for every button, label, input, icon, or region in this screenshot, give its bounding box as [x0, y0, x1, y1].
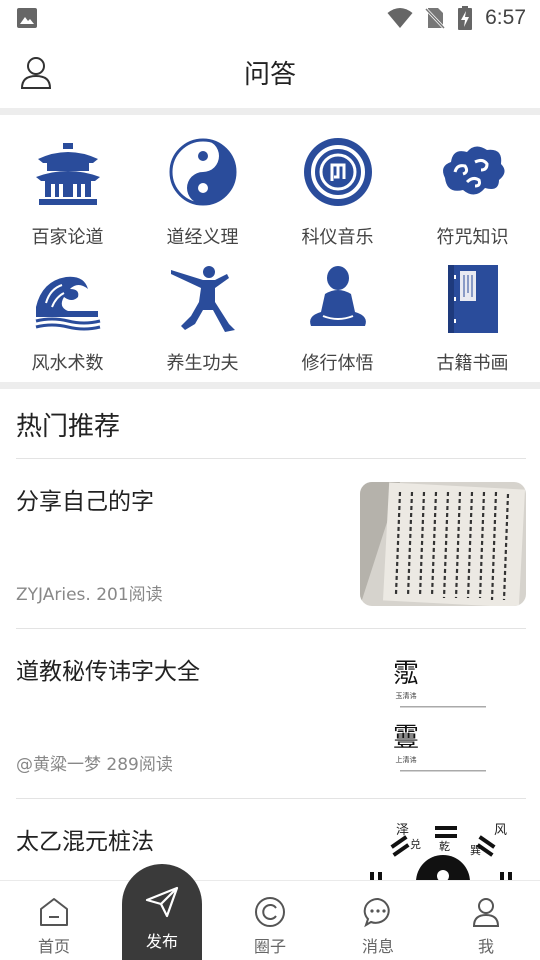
meditation-icon [309, 266, 366, 326]
nav-messages[interactable]: 消息 [324, 881, 432, 960]
app-header: 问答 [0, 36, 540, 108]
user-profile-button[interactable] [18, 52, 54, 92]
bottom-navigation: 首页 圈子 消息 我 [0, 880, 540, 960]
publish-label: 发布 [145, 932, 178, 951]
publish-button[interactable]: 发布 [122, 864, 202, 960]
nav-label: 圈子 [253, 937, 286, 956]
profile-icon [472, 898, 500, 927]
category-label: 道经义理 [166, 227, 239, 248]
category-label: 科仪音乐 [301, 227, 374, 248]
thumb-glyph: 霐 [393, 659, 419, 689]
thumb-caption: 玉清讳 [396, 691, 417, 700]
bagua-diagram: 泽 兑 乾 风 巽 [360, 818, 526, 882]
music-seal-icon [303, 138, 372, 206]
post-title: 太乙混元桩法 [16, 829, 154, 855]
trigram-label: 乾 [439, 840, 450, 853]
battery-charging-icon [458, 6, 473, 30]
nav-circle[interactable]: 圈子 [216, 881, 324, 960]
category-yangsheng-gongfu[interactable]: 养生功夫 [135, 249, 270, 375]
message-icon [363, 897, 390, 928]
category-xiuxing-tiwu[interactable]: 修行体悟 [270, 249, 405, 375]
post-thumbnail: 泽 兑 乾 风 巽 [360, 818, 526, 882]
nav-label: 消息 [361, 937, 394, 956]
post-meta: ZYJAries. 201阅读 [16, 585, 163, 605]
category-label: 古籍书画 [436, 353, 509, 374]
temple-icon [35, 143, 100, 205]
post-title: 分享自己的字 [16, 489, 154, 515]
category-baijia-lundao[interactable]: 百家论道 [0, 121, 135, 249]
post-thumbnail [360, 482, 526, 606]
yin-yang-icon [169, 138, 236, 206]
post-item[interactable]: 分享自己的字 ZYJAries. 201阅读 [16, 458, 526, 628]
section-divider [0, 382, 540, 389]
category-guji-shuhua[interactable]: 古籍书画 [405, 249, 540, 375]
send-icon [145, 886, 179, 918]
post-meta: @黄粱一梦 289阅读 [16, 755, 173, 775]
thumb-glyph: 霻 [393, 723, 419, 753]
section-title: 热门推荐 [16, 412, 121, 442]
user-icon [20, 57, 52, 89]
category-daojing-yili[interactable]: 道经义理 [135, 121, 270, 249]
thumb-caption: 上清讳 [396, 755, 417, 764]
home-icon [40, 898, 68, 926]
section-divider [0, 108, 540, 115]
nav-me[interactable]: 我 [432, 881, 540, 960]
ancient-book-icon [447, 265, 498, 333]
no-sim-icon [425, 7, 446, 29]
category-grid: 百家论道 道经义理 科仪音乐 符咒知识 风水术数 养生功夫 修行体悟 古籍书画 [0, 115, 540, 382]
category-label: 符咒知识 [436, 227, 509, 248]
trigram-label: 兑 [410, 837, 421, 851]
cloud-icon [442, 146, 505, 195]
nav-label: 我 [477, 937, 494, 956]
category-label: 风水术数 [31, 353, 104, 374]
category-label: 百家论道 [31, 227, 104, 248]
post-title: 道教秘传讳字大全 [16, 659, 200, 685]
category-fuzhou-zhishi[interactable]: 符咒知识 [405, 121, 540, 249]
circle-icon [255, 897, 285, 927]
trigram-label: 风 [494, 823, 507, 838]
nav-home[interactable]: 首页 [0, 881, 108, 960]
category-keyi-yinyue[interactable]: 科仪音乐 [270, 121, 405, 249]
trigram-label: 泽 [396, 823, 409, 838]
category-label: 修行体悟 [301, 353, 374, 374]
page-title: 问答 [243, 59, 296, 90]
wifi-icon [387, 8, 413, 28]
wave-icon [35, 276, 100, 331]
status-bar: 6:57 [0, 0, 540, 36]
calligraphy-photo [360, 482, 526, 606]
secret-characters-image: 霐 玉清讳 霻 上清讳 [360, 642, 526, 778]
category-fengshui-shushu[interactable]: 风水术数 [0, 249, 135, 375]
post-item[interactable]: 道教秘传讳字大全 @黄粱一梦 289阅读 霐 玉清讳 霻 上清讳 [16, 628, 526, 798]
post-thumbnail: 霐 玉清讳 霻 上清讳 [360, 642, 526, 778]
image-notification-icon [17, 8, 37, 28]
kungfu-icon [170, 266, 235, 332]
nav-label: 首页 [37, 937, 70, 956]
category-label: 养生功夫 [166, 353, 239, 374]
clock: 6:57 [485, 6, 526, 29]
